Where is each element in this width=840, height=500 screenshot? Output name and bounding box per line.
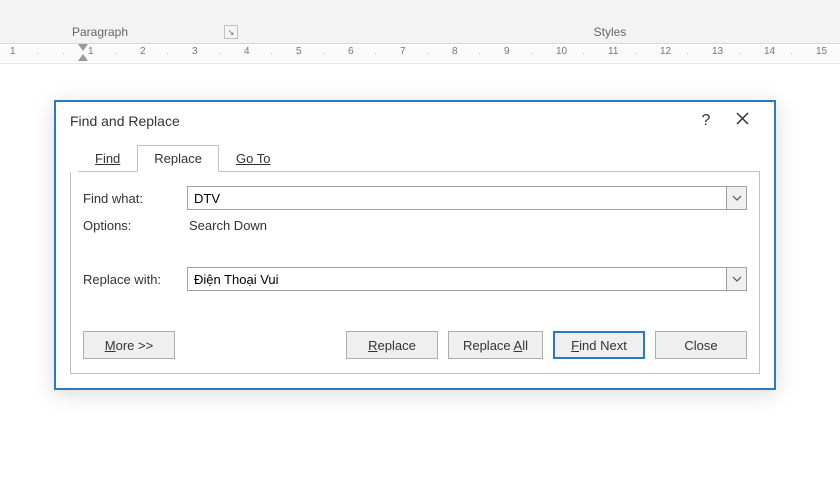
chevron-down-icon xyxy=(732,195,742,201)
button-row: More >> Replace Replace All Find Next Cl… xyxy=(83,325,747,359)
dialog-help-button[interactable]: ? xyxy=(688,112,724,130)
ruler-tick: · xyxy=(166,48,169,59)
ruler-tick: 9 xyxy=(504,46,510,57)
tab-find[interactable]: Find xyxy=(78,145,137,172)
ruler-tick: · xyxy=(686,48,689,59)
label-find-what: Find what: xyxy=(83,191,187,206)
more-button[interactable]: More >> xyxy=(83,331,175,359)
ruler-tick: 6 xyxy=(348,46,354,57)
ruler-tick: 10 xyxy=(556,46,567,57)
ruler-tick: 3 xyxy=(192,46,198,57)
dialog-title: Find and Replace xyxy=(70,113,688,129)
find-what-combo xyxy=(187,186,747,210)
ruler-tick: 12 xyxy=(660,46,671,57)
ruler-tick: · xyxy=(790,48,793,59)
tab-goto[interactable]: Go To xyxy=(219,145,287,172)
find-replace-dialog: Find and Replace ? Find Replace Go To Fi… xyxy=(54,100,776,390)
ruler-tick: · xyxy=(738,48,741,59)
row-find-what: Find what: xyxy=(83,186,747,210)
dialog-body: Find Replace Go To Find what: Options: xyxy=(56,144,774,388)
label-options: Options: xyxy=(83,218,187,233)
ruler-tick: · xyxy=(62,48,65,59)
paragraph-dialog-launcher[interactable]: ↘ xyxy=(224,25,238,39)
dialog-close-button[interactable] xyxy=(724,112,760,130)
label-replace-with: Replace with: xyxy=(83,272,187,287)
ruler-tick: · xyxy=(634,48,637,59)
find-what-input[interactable] xyxy=(188,187,726,209)
ruler-tick: 14 xyxy=(764,46,775,57)
chevron-down-icon xyxy=(732,276,742,282)
ribbon-group-paragraph: Paragraph xyxy=(50,25,150,39)
ruler-tick: · xyxy=(478,48,481,59)
indent-marker-top-icon[interactable] xyxy=(78,44,88,51)
ruler-tick: · xyxy=(426,48,429,59)
ruler-tick: · xyxy=(218,48,221,59)
ruler-tick: 13 xyxy=(712,46,723,57)
dialog-titlebar[interactable]: Find and Replace ? xyxy=(56,102,774,144)
tab-goto-label: Go To xyxy=(236,151,270,166)
ribbon-area: Paragraph ↘ Styles xyxy=(0,0,840,44)
ruler-tick: 4 xyxy=(244,46,250,57)
row-spacer xyxy=(83,241,747,267)
options-value: Search Down xyxy=(187,218,747,233)
tab-strip: Find Replace Go To xyxy=(78,144,760,172)
horizontal-ruler[interactable]: 1 · · 1 · 2 · 3 · 4 · 5 · 6 · 7 · 8 · 9 · 10 · 11 · 12 · 13 · 14 · 15 xyxy=(0,44,840,64)
ruler-tick: 5 xyxy=(296,46,302,57)
ruler-tick: 1 xyxy=(88,46,94,57)
ruler-tick: 7 xyxy=(400,46,406,57)
row-replace-with: Replace with: xyxy=(83,267,747,291)
close-button[interactable]: Close xyxy=(655,331,747,359)
ruler-tick: 15 xyxy=(816,46,827,57)
row-spacer-2 xyxy=(83,299,747,325)
tab-replace[interactable]: Replace xyxy=(137,145,219,172)
ruler-tick: 2 xyxy=(140,46,146,57)
tab-replace-label: Replace xyxy=(154,151,202,166)
ruler-tick: · xyxy=(36,48,39,59)
indent-marker-bottom-icon[interactable] xyxy=(78,54,88,61)
tab-find-label: Find xyxy=(95,151,120,166)
replace-button[interactable]: Replace xyxy=(346,331,438,359)
find-what-dropdown-button[interactable] xyxy=(726,187,746,209)
ruler-tick: · xyxy=(374,48,377,59)
row-options: Options: Search Down xyxy=(83,218,747,233)
ruler-tick: 1 xyxy=(10,46,16,57)
replace-with-input[interactable] xyxy=(188,268,726,290)
replace-all-button[interactable]: Replace All xyxy=(448,331,543,359)
ruler-tick: · xyxy=(270,48,273,59)
close-icon xyxy=(736,112,749,125)
form-area: Find what: Options: Search Down Replace … xyxy=(70,172,760,374)
find-next-button[interactable]: Find Next xyxy=(553,331,645,359)
replace-with-combo xyxy=(187,267,747,291)
ruler-tick: · xyxy=(322,48,325,59)
ribbon-group-styles: Styles xyxy=(520,25,700,39)
document-area: Find and Replace ? Find Replace Go To Fi… xyxy=(0,64,840,500)
replace-with-dropdown-button[interactable] xyxy=(726,268,746,290)
ruler-tick: 11 xyxy=(608,46,618,57)
ruler-tick: · xyxy=(114,48,117,59)
ruler-tick: 8 xyxy=(452,46,458,57)
ruler-tick: · xyxy=(582,48,585,59)
launcher-icon: ↘ xyxy=(228,28,235,37)
ruler-tick: · xyxy=(530,48,533,59)
